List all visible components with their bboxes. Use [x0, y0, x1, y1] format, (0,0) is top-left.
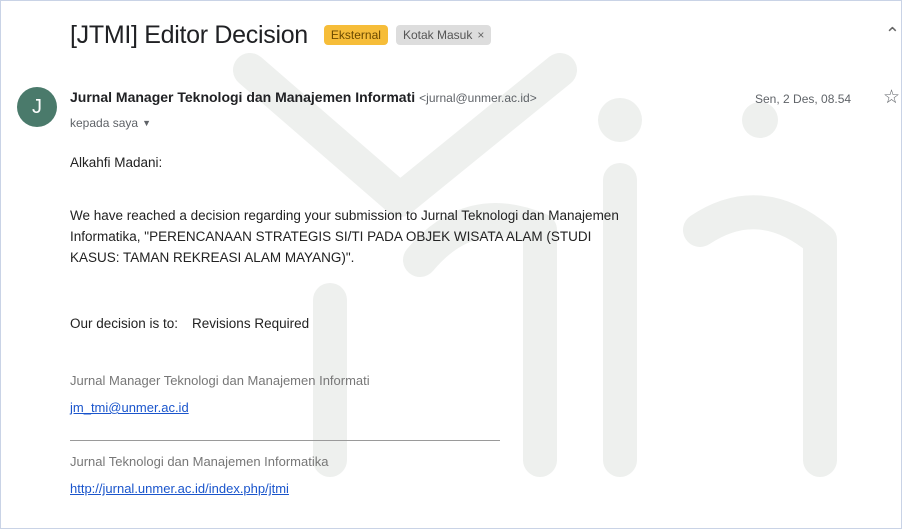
inbox-label-text: Kotak Masuk: [402, 28, 473, 42]
sender-email: <jurnal@unmer.ac.id>: [419, 91, 537, 105]
decision-value: Revisions Required: [192, 316, 310, 331]
remove-label-icon[interactable]: ×: [477, 28, 484, 42]
unfold-icon[interactable]: ⌃: [885, 24, 900, 45]
subject-row: [JTMI] Editor Decision Eksternal Kotak M…: [70, 17, 492, 53]
journal-url-link[interactable]: http://jurnal.unmer.ac.id/index.php/jtmi: [70, 481, 289, 496]
message-paragraph: We have reached a decision regarding you…: [70, 208, 619, 265]
greeting: Alkahfi Madani:: [70, 155, 163, 170]
inbox-label[interactable]: Kotak Masuk ×: [395, 25, 492, 45]
journal-name: Jurnal Teknologi dan Manajemen Informati…: [70, 454, 329, 469]
email-date: Sen, 2 Des, 08.54: [755, 92, 852, 106]
star-icon[interactable]: ☆: [883, 86, 900, 109]
avatar-letter: J: [32, 95, 42, 118]
decision-line: Our decision is to: Revisions Required: [70, 313, 309, 334]
sender-name[interactable]: Jurnal Manager Teknologi dan Manajemen I…: [70, 89, 415, 105]
decision-label: Our decision is to:: [70, 316, 179, 331]
caret-down-icon[interactable]: ▼: [142, 118, 151, 128]
recipient-text: kepada saya: [70, 116, 139, 130]
email-subject: [JTMI] Editor Decision: [70, 20, 308, 49]
signature-email-link[interactable]: jm_tmi@unmer.ac.id: [70, 400, 189, 415]
external-label[interactable]: Eksternal: [323, 25, 388, 45]
sender-line: Jurnal Manager Teknologi dan Manajemen I…: [70, 89, 537, 105]
recipient-line[interactable]: kepada saya ▼: [70, 116, 151, 130]
signature-name: Jurnal Manager Teknologi dan Manajemen I…: [70, 373, 370, 388]
sender-avatar[interactable]: J: [17, 87, 57, 127]
signature-divider: [70, 440, 500, 441]
